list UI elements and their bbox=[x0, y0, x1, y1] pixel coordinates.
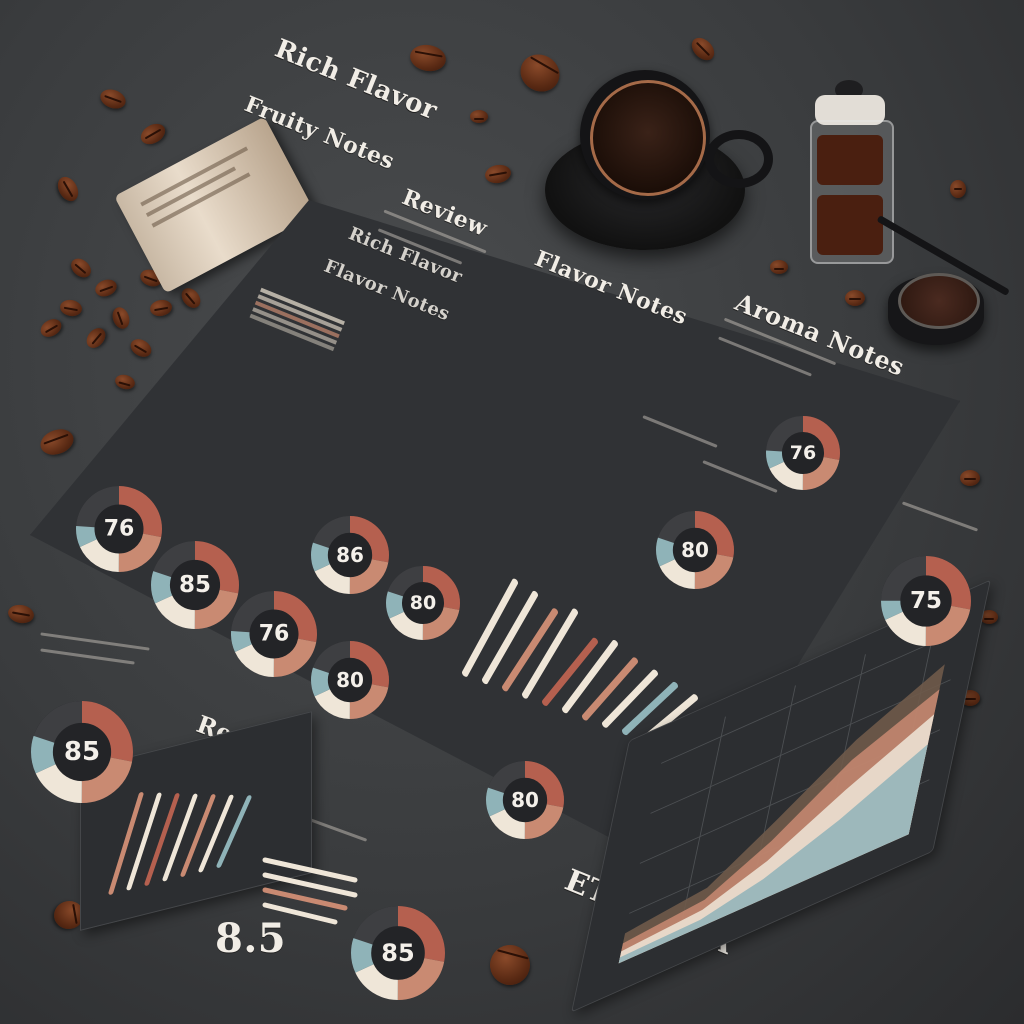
score-gauge: 76 bbox=[230, 590, 318, 678]
score-gauge: 80 bbox=[310, 640, 390, 720]
gauge-value: 75 bbox=[909, 588, 942, 614]
gauge-value: 76 bbox=[103, 516, 135, 542]
score-gauge: 80 bbox=[485, 760, 565, 840]
gauge-value: 85 bbox=[63, 737, 101, 767]
score-gauge: 85 bbox=[350, 905, 446, 1001]
score-gauge: 80 bbox=[385, 565, 461, 641]
score-gauge: 80 bbox=[655, 510, 735, 590]
stripe-chart-small bbox=[255, 850, 365, 930]
score-gauge: 85 bbox=[30, 700, 134, 804]
gauge-value: 76 bbox=[789, 442, 817, 464]
gauge-value: 85 bbox=[178, 572, 211, 598]
gauge-value: 86 bbox=[336, 543, 364, 567]
gauge-value: 80 bbox=[681, 538, 709, 562]
gauge-value: 76 bbox=[258, 621, 290, 647]
gauge-value: 85 bbox=[381, 939, 415, 967]
coffee-cup-icon bbox=[545, 70, 773, 260]
tin-container-icon bbox=[888, 265, 984, 345]
score-gauge: 86 bbox=[310, 515, 390, 595]
gauge-value: 80 bbox=[336, 668, 364, 692]
score-gauge: 76 bbox=[765, 415, 841, 491]
gauge-value: 80 bbox=[409, 592, 437, 614]
spice-jar-icon bbox=[805, 80, 895, 265]
score-gauge: 85 bbox=[150, 540, 240, 630]
score-gauge: 75 bbox=[880, 555, 972, 647]
gauge-value: 80 bbox=[511, 788, 539, 812]
